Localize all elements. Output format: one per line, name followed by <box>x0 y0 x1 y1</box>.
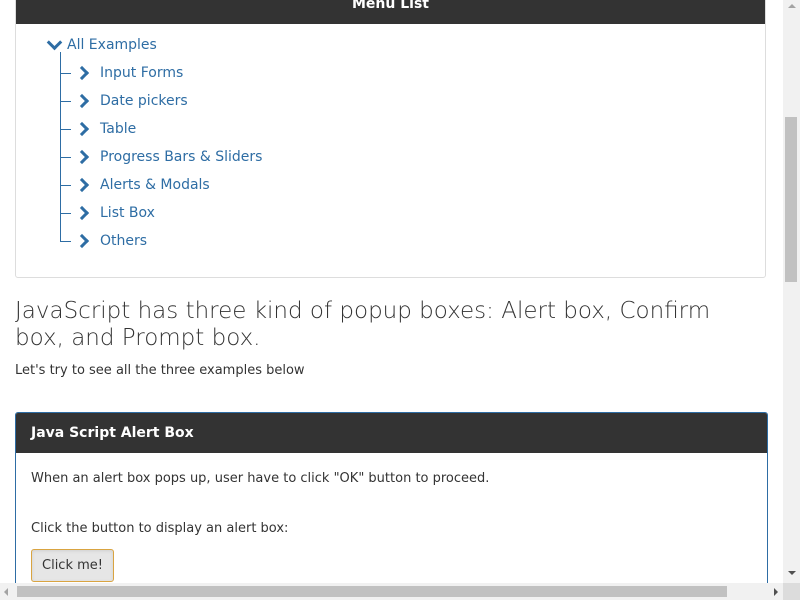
tree-branch-line <box>60 156 71 158</box>
chevron-right-icon[interactable] <box>74 119 90 139</box>
chevron-right-icon[interactable] <box>74 203 90 223</box>
tree-root-label[interactable]: All Examples <box>67 37 157 53</box>
alert-box-description: When an alert box pops up, user have to … <box>31 471 490 486</box>
tree-branch-line <box>60 72 71 74</box>
horizontal-scrollbar[interactable] <box>0 583 783 600</box>
scroll-up-arrow-icon[interactable] <box>788 4 796 8</box>
page-heading: JavaScript has three kind of popup boxes… <box>15 298 711 351</box>
alert-box-instruction: Click the button to display an alert box… <box>31 521 289 536</box>
scroll-left-arrow-icon[interactable] <box>4 588 8 596</box>
chevron-right-icon[interactable] <box>74 147 90 167</box>
tree-branch-line <box>60 128 71 130</box>
tree-branch-line <box>60 100 71 102</box>
vertical-scrollbar[interactable] <box>783 0 800 583</box>
tree-item-label[interactable]: Alerts & Modals <box>100 177 210 193</box>
tree-item-input-forms[interactable]: Input Forms <box>60 61 183 85</box>
tree-item-label[interactable]: Date pickers <box>100 93 188 109</box>
page-viewport: Menu List All Examples Input Forms Date … <box>0 0 783 583</box>
tree-item-label[interactable]: Others <box>100 233 147 249</box>
menu-list-header: Menu List <box>16 0 765 24</box>
page-subtext: Let's try to see all the three examples … <box>15 363 305 378</box>
alert-box-panel: Java Script Alert Box When an alert box … <box>15 412 768 583</box>
menu-list-panel: Menu List All Examples Input Forms Date … <box>15 0 766 278</box>
chevron-right-icon[interactable] <box>74 91 90 111</box>
tree-item-label[interactable]: Input Forms <box>100 65 183 81</box>
scrollbar-corner <box>783 583 800 600</box>
chevron-down-icon[interactable] <box>44 34 64 55</box>
tree-branch-line <box>60 240 71 242</box>
tree-branch-line <box>60 184 71 186</box>
tree-branch-line <box>60 212 71 214</box>
horizontal-scroll-thumb[interactable] <box>17 586 727 597</box>
chevron-right-icon[interactable] <box>74 231 90 251</box>
chevron-right-icon[interactable] <box>74 175 90 195</box>
vertical-scroll-thumb[interactable] <box>785 117 797 282</box>
tree-item-date-pickers[interactable]: Date pickers <box>60 89 188 113</box>
alert-box-title: Java Script Alert Box <box>16 413 767 453</box>
tree-item-table[interactable]: Table <box>60 117 136 141</box>
click-me-button[interactable]: Click me! <box>31 549 114 582</box>
scroll-down-arrow-icon[interactable] <box>788 571 796 575</box>
tree-item-others[interactable]: Others <box>60 229 147 253</box>
tree-item-label[interactable]: Progress Bars & Sliders <box>100 149 262 165</box>
tree-item-label[interactable]: Table <box>100 121 136 137</box>
tree-item-label[interactable]: List Box <box>100 205 155 221</box>
tree-item-alerts-modals[interactable]: Alerts & Modals <box>60 173 210 197</box>
tree-item-list-box[interactable]: List Box <box>60 201 155 225</box>
scroll-right-arrow-icon[interactable] <box>774 588 778 596</box>
tree-item-progress-bars-sliders[interactable]: Progress Bars & Sliders <box>60 145 262 169</box>
chevron-right-icon[interactable] <box>74 63 90 83</box>
